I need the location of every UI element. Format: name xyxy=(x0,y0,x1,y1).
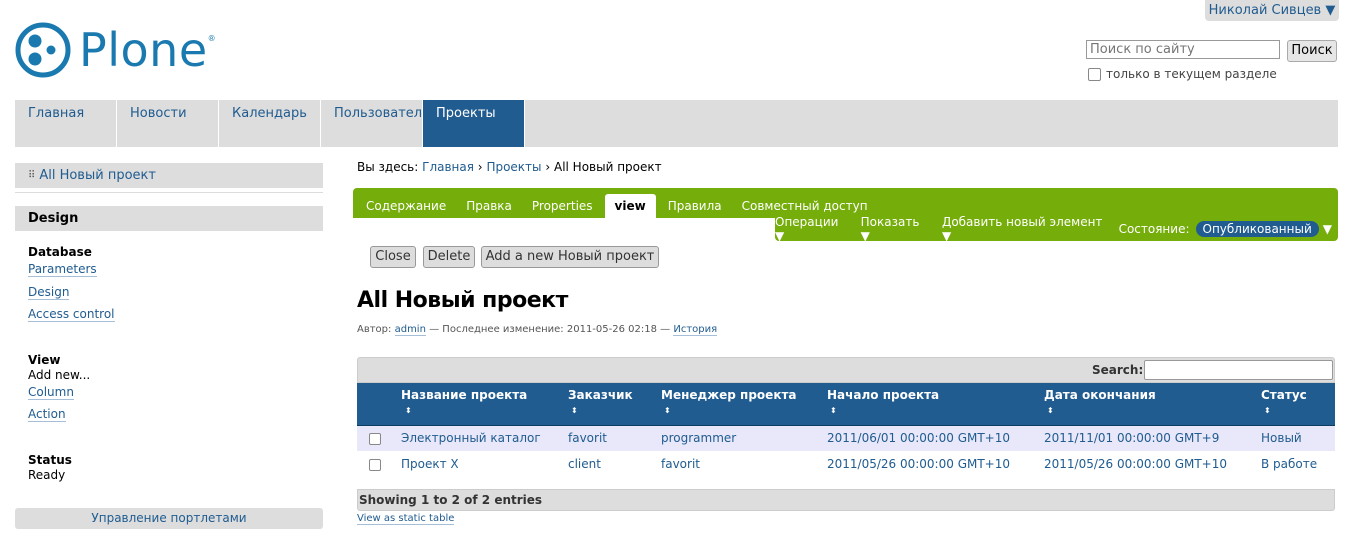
breadcrumb-separator: › xyxy=(545,160,551,174)
breadcrumb-prefix: Вы здесь: xyxy=(357,160,419,174)
search-scope-option[interactable]: только в текущем разделе xyxy=(1088,67,1277,81)
delete-button[interactable]: Delete xyxy=(423,246,475,268)
start-date-cell[interactable]: 2011/05/26 00:00:00 GMT+10 xyxy=(827,457,1010,471)
nav-tab-users[interactable]: Пользователи xyxy=(321,100,431,147)
page-title: All Новый проект xyxy=(357,288,568,313)
search-scope-checkbox[interactable] xyxy=(1088,67,1101,81)
state-menu[interactable]: Опубликованный xyxy=(1195,220,1319,237)
logo-text: Plone xyxy=(79,23,208,77)
history-link[interactable]: История xyxy=(673,324,718,336)
nav-tab-calendar[interactable]: Календарь xyxy=(219,100,321,147)
state-label: Состояние: xyxy=(1118,221,1190,236)
nav-tab-projects[interactable]: Проекты xyxy=(423,100,525,147)
breadcrumb: Вы здесь: Главная › Проекты › All Новый … xyxy=(357,160,662,174)
divider xyxy=(15,192,323,193)
table-search-input[interactable] xyxy=(1144,360,1333,380)
tab-contents[interactable]: Содержание xyxy=(356,194,456,218)
parameters-link[interactable]: Parameters xyxy=(28,262,97,277)
column-header-start-date[interactable]: Начало проекта xyxy=(827,388,939,402)
view-as-static-table-link[interactable]: View as static table xyxy=(357,513,455,525)
tab-view[interactable]: view xyxy=(604,194,656,218)
tab-rules[interactable]: Правила xyxy=(658,194,732,218)
document-byline: Автор: admin — Последнее изменение: 2011… xyxy=(357,324,718,336)
table-row: Проект X client favorit 2011/05/26 00:00… xyxy=(357,452,1335,477)
portlet-navigation-label: All Новый проект xyxy=(39,168,156,183)
content-tabs-bar: Содержание Правка Properties view Правил… xyxy=(353,188,1338,218)
design-portlet-header: Design xyxy=(15,206,323,231)
access-control-link[interactable]: Access control xyxy=(28,307,115,322)
close-button[interactable]: Close xyxy=(370,246,416,268)
column-header-status[interactable]: Статус xyxy=(1261,388,1307,402)
state-dropdown-arrow[interactable]: ▼ xyxy=(1323,222,1332,236)
modified-text: — Последнее изменение: 2011-05-26 02:18 … xyxy=(429,324,671,335)
table-info: Showing 1 to 2 of 2 entries xyxy=(357,489,1335,511)
manager-cell[interactable]: programmer xyxy=(661,431,736,445)
breadcrumb-projects-link[interactable]: Проекты xyxy=(486,160,541,174)
add-new-text: Add new... xyxy=(28,368,91,382)
customer-cell[interactable]: favorit xyxy=(568,431,607,445)
sort-icon[interactable]: ⬍ xyxy=(1047,407,1054,415)
tab-edit[interactable]: Правка xyxy=(456,194,522,218)
status-cell[interactable]: Новый xyxy=(1261,431,1302,445)
tab-properties[interactable]: Properties xyxy=(522,194,603,218)
breadcrumb-separator: › xyxy=(477,160,483,174)
status-value: Ready xyxy=(28,468,66,482)
sort-icon[interactable]: ⬍ xyxy=(664,407,671,415)
grid-icon: ⠿ xyxy=(28,170,35,181)
table-search-label: Search: xyxy=(1092,363,1144,377)
main-navigation: Главная Новости Календарь Пользователи П… xyxy=(15,100,1338,147)
row-checkbox[interactable] xyxy=(369,433,381,445)
column-header-project-name[interactable]: Название проекта xyxy=(401,388,527,402)
column-header-end-date[interactable]: Дата окончания xyxy=(1044,388,1156,402)
sort-icon[interactable]: ⬍ xyxy=(1264,407,1271,415)
design-link[interactable]: Design xyxy=(28,285,70,300)
content-actions-bar: Операции ▼ Показать ▼ Добавить новый эле… xyxy=(775,215,1338,243)
project-name-link[interactable]: Электронный каталог xyxy=(401,431,541,445)
database-heading: Database xyxy=(28,245,92,259)
sort-icon[interactable]: ⬍ xyxy=(405,407,412,415)
plone-logo-icon xyxy=(15,22,71,78)
site-search-input[interactable] xyxy=(1086,40,1280,59)
search-button[interactable]: Поиск xyxy=(1287,40,1337,62)
column-link[interactable]: Column xyxy=(28,385,74,400)
table-row: Электронный каталог favorit programmer 2… xyxy=(357,426,1335,451)
search-scope-label: только в текущем разделе xyxy=(1106,67,1277,81)
sort-icon[interactable]: ⬍ xyxy=(830,407,837,415)
end-date-cell[interactable]: 2011/05/26 00:00:00 GMT+10 xyxy=(1044,457,1227,471)
action-link[interactable]: Action xyxy=(28,407,66,422)
operations-menu[interactable]: Операции ▼ xyxy=(775,215,847,243)
status-cell[interactable]: В работе xyxy=(1261,457,1317,471)
breadcrumb-current: All Новый проект xyxy=(553,160,662,174)
nav-tab-home[interactable]: Главная xyxy=(15,100,117,147)
author-link[interactable]: admin xyxy=(394,324,426,336)
sort-icon[interactable]: ⬍ xyxy=(571,407,578,415)
portlet-navigation-item[interactable]: ⠿ All Новый проект xyxy=(15,163,323,188)
logo-registered-mark: ® xyxy=(207,34,216,43)
add-new-project-button[interactable]: Add a new Новый проект xyxy=(481,246,659,268)
project-name-link[interactable]: Проект X xyxy=(401,457,459,471)
add-new-item-menu[interactable]: Добавить новый элемент ▼ xyxy=(942,215,1105,243)
author-label: Автор: xyxy=(357,324,392,335)
row-checkbox[interactable] xyxy=(369,459,381,471)
start-date-cell[interactable]: 2011/06/01 00:00:00 GMT+10 xyxy=(827,431,1010,445)
nav-tab-news[interactable]: Новости xyxy=(117,100,219,147)
end-date-cell[interactable]: 2011/11/01 00:00:00 GMT+9 xyxy=(1044,431,1219,445)
manager-cell[interactable]: favorit xyxy=(661,457,700,471)
breadcrumb-home-link[interactable]: Главная xyxy=(422,160,474,174)
display-menu[interactable]: Показать ▼ xyxy=(861,215,928,243)
view-heading: View xyxy=(28,353,61,367)
customer-cell[interactable]: client xyxy=(568,457,601,471)
plone-logo[interactable]: Plone ® xyxy=(15,22,216,78)
user-menu[interactable]: Николай Сивцев ▼ xyxy=(1205,0,1339,21)
column-header-manager[interactable]: Менеджер проекта xyxy=(661,388,797,402)
manage-portlets-button[interactable]: Управление портлетами xyxy=(15,508,323,529)
column-header-customer[interactable]: Заказчик xyxy=(568,388,633,402)
status-heading: Status xyxy=(28,453,72,467)
table-header: Название проекта ⬍ Заказчик ⬍ Менеджер п… xyxy=(357,383,1335,426)
